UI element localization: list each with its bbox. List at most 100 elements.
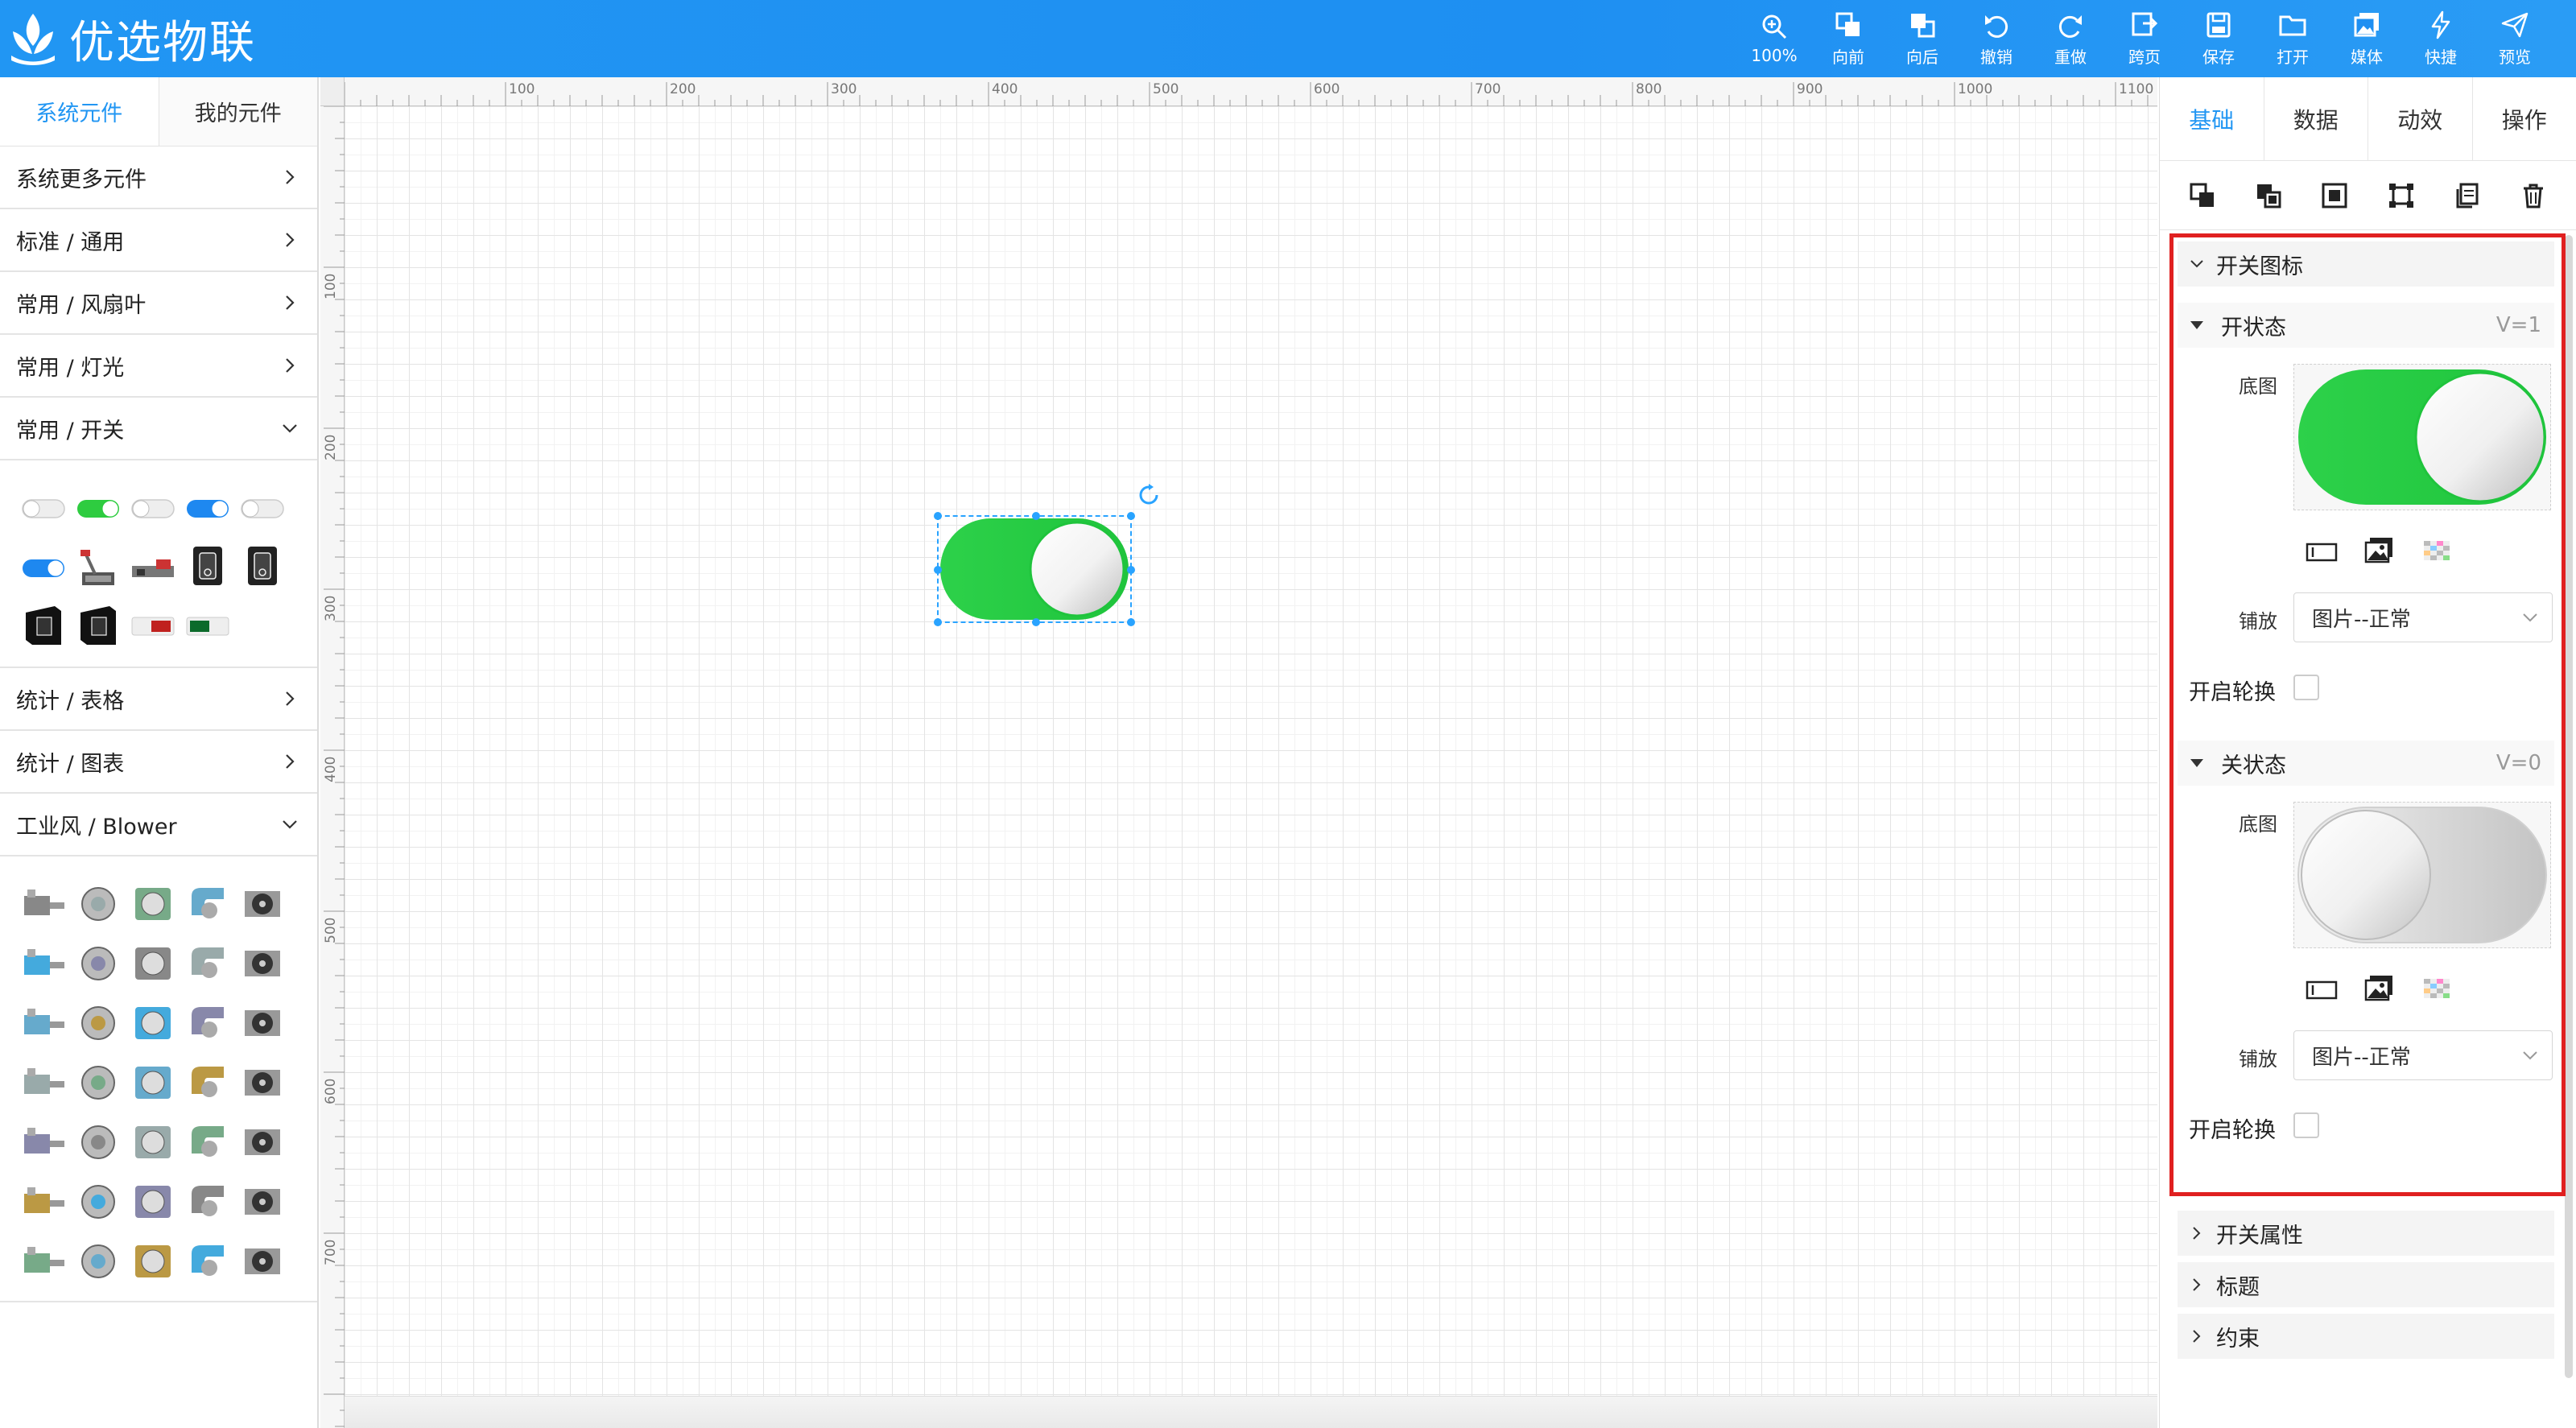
- component-item[interactable]: [71, 477, 126, 536]
- component-item[interactable]: [126, 1051, 180, 1111]
- tab-action[interactable]: 操作: [2471, 77, 2576, 160]
- tab-basic[interactable]: 基础: [2160, 77, 2264, 160]
- category-item[interactable]: 常用 / 风扇叶: [0, 272, 317, 335]
- resize-handle[interactable]: [1127, 618, 1135, 626]
- rotate-handle-icon[interactable]: [1137, 483, 1161, 507]
- category-item[interactable]: 统计 / 表格: [0, 668, 317, 731]
- toolbar-button-redo[interactable]: 重做: [2033, 0, 2107, 77]
- tab-system-components[interactable]: 系统元件: [0, 77, 159, 146]
- component-item[interactable]: [180, 1111, 235, 1170]
- category-item[interactable]: 标准 / 通用: [0, 209, 317, 272]
- component-item[interactable]: [235, 1230, 290, 1290]
- toolbar-button-media[interactable]: 媒体: [2330, 0, 2404, 77]
- resize-icon[interactable]: [2387, 181, 2416, 210]
- horizontal-scrollbar[interactable]: [345, 1396, 2157, 1428]
- toolbar-button-send-backward[interactable]: 向后: [1885, 0, 1959, 77]
- category-item[interactable]: 系统更多元件: [0, 147, 317, 209]
- component-item[interactable]: [180, 1051, 235, 1111]
- transparency-icon[interactable]: [2421, 536, 2454, 565]
- component-item[interactable]: [16, 1111, 71, 1170]
- image-gallery-icon[interactable]: [2363, 536, 2396, 565]
- toolbar-button-open-folder[interactable]: 打开: [2256, 0, 2330, 77]
- image-gallery-icon[interactable]: [2363, 974, 2396, 1003]
- component-item[interactable]: [180, 536, 235, 596]
- off-tile-select[interactable]: 图片--正常: [2293, 1030, 2553, 1080]
- component-item[interactable]: [71, 1111, 126, 1170]
- off-state-header[interactable]: 关状态 V=0: [2178, 741, 2554, 786]
- tab-my-components[interactable]: 我的元件: [158, 77, 317, 146]
- component-item[interactable]: [180, 932, 235, 992]
- component-item[interactable]: [71, 873, 126, 932]
- component-item[interactable]: [71, 1170, 126, 1230]
- property-scrollbar[interactable]: [2565, 235, 2573, 1378]
- component-item[interactable]: [180, 1230, 235, 1290]
- section-title-settings[interactable]: 标题: [2178, 1262, 2554, 1307]
- component-item[interactable]: [235, 873, 290, 932]
- copy-icon[interactable]: [2453, 181, 2482, 210]
- resize-handle[interactable]: [1127, 512, 1135, 520]
- design-canvas[interactable]: 100 200 300 400 500 600 700 800 900 1000 1100 100 2…: [320, 77, 2157, 1428]
- component-item[interactable]: [126, 596, 180, 655]
- off-image-preview[interactable]: [2293, 802, 2551, 948]
- toolbar-button-zoom[interactable]: 100%: [1737, 0, 1811, 77]
- component-item[interactable]: [126, 1111, 180, 1170]
- on-tile-select[interactable]: 图片--正常: [2293, 592, 2553, 642]
- component-item[interactable]: [16, 992, 71, 1051]
- bring-to-front-icon[interactable]: [2188, 181, 2217, 210]
- component-item[interactable]: [126, 1170, 180, 1230]
- component-item[interactable]: [126, 992, 180, 1051]
- toolbar-button-bring-forward[interactable]: 向前: [1811, 0, 1885, 77]
- component-item[interactable]: [16, 1170, 71, 1230]
- component-item[interactable]: [71, 932, 126, 992]
- component-item[interactable]: [16, 1051, 71, 1111]
- section-switch-properties[interactable]: 开关属性: [2178, 1211, 2554, 1256]
- component-item[interactable]: [126, 1230, 180, 1290]
- component-item[interactable]: [71, 596, 126, 655]
- delete-icon[interactable]: [2519, 181, 2548, 210]
- tab-data[interactable]: 数据: [2263, 77, 2368, 160]
- component-item[interactable]: [126, 932, 180, 992]
- component-item[interactable]: [235, 536, 290, 596]
- category-item[interactable]: 常用 / 开关: [0, 398, 317, 460]
- component-item[interactable]: [71, 536, 126, 596]
- component-item[interactable]: [180, 1170, 235, 1230]
- component-item[interactable]: [235, 992, 290, 1051]
- component-item[interactable]: [235, 932, 290, 992]
- component-item[interactable]: [126, 477, 180, 536]
- toolbar-button-send[interactable]: 预览: [2478, 0, 2552, 77]
- resize-handle[interactable]: [1032, 618, 1040, 626]
- off-rotate-checkbox[interactable]: [2293, 1112, 2319, 1138]
- category-item[interactable]: 统计 / 图表: [0, 731, 317, 794]
- on-image-preview[interactable]: [2293, 364, 2551, 510]
- toolbar-button-undo[interactable]: 撤销: [1959, 0, 2033, 77]
- component-item[interactable]: [180, 992, 235, 1051]
- component-item[interactable]: [71, 1230, 126, 1290]
- section-switch-icon[interactable]: 开关图标: [2178, 241, 2554, 287]
- send-to-back-icon[interactable]: [2254, 181, 2283, 210]
- component-item[interactable]: [16, 477, 71, 536]
- selection-box[interactable]: [934, 512, 1135, 626]
- resize-handle[interactable]: [934, 618, 942, 626]
- component-item[interactable]: [126, 873, 180, 932]
- resize-handle[interactable]: [934, 512, 942, 520]
- toolbar-button-save[interactable]: 保存: [2182, 0, 2256, 77]
- component-item[interactable]: [16, 1230, 71, 1290]
- fit-icon[interactable]: [2320, 181, 2349, 210]
- on-rotate-checkbox[interactable]: [2293, 675, 2319, 700]
- component-item[interactable]: [16, 873, 71, 932]
- resize-handle[interactable]: [1127, 566, 1135, 574]
- component-item[interactable]: [71, 992, 126, 1051]
- canvas-grid[interactable]: [345, 106, 2157, 1428]
- transparency-icon[interactable]: [2421, 974, 2454, 1003]
- component-item[interactable]: [16, 596, 71, 655]
- component-item[interactable]: [235, 1111, 290, 1170]
- toolbar-button-cross-page[interactable]: 跨页: [2107, 0, 2182, 77]
- section-constraints[interactable]: 约束: [2178, 1314, 2554, 1359]
- component-item[interactable]: [235, 1051, 290, 1111]
- category-item[interactable]: 工业风 / Blower: [0, 794, 317, 856]
- component-item[interactable]: [180, 873, 235, 932]
- resize-handle[interactable]: [934, 566, 942, 574]
- component-item[interactable]: [235, 1170, 290, 1230]
- frame-icon[interactable]: [2305, 536, 2339, 565]
- tab-animation[interactable]: 动效: [2368, 77, 2472, 160]
